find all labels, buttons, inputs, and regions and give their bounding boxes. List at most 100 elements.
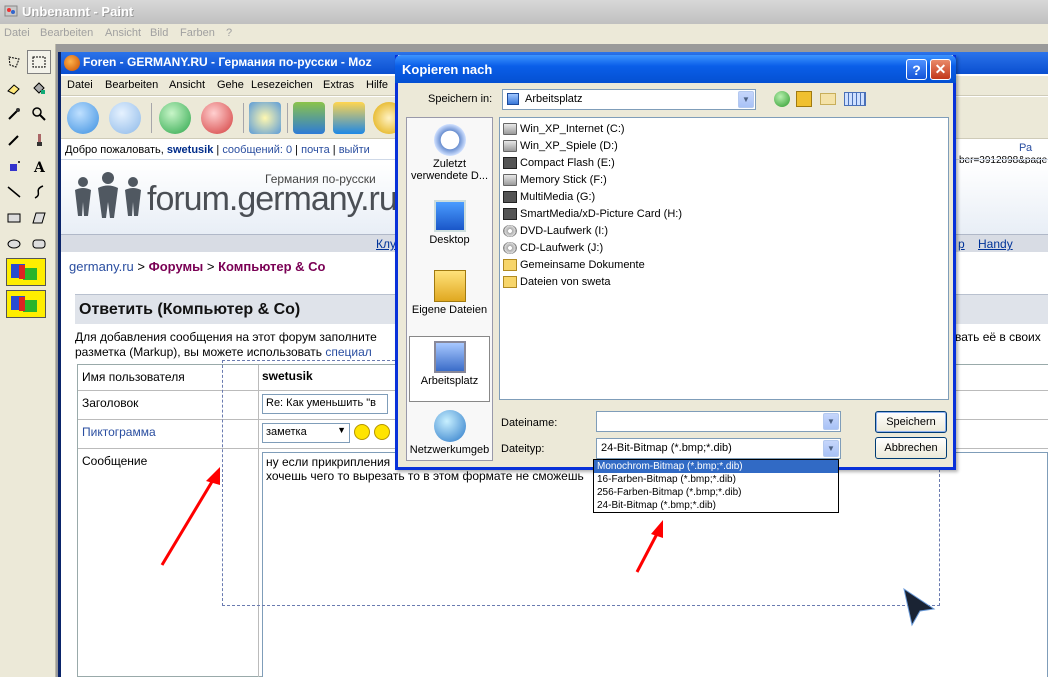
breadcrumb-category[interactable]: Компьютер & Co [218,259,325,274]
list-item[interactable]: Compact Flash (E:) [503,155,615,171]
up-folder-icon[interactable] [796,91,812,107]
browser-menu-hilfe[interactable]: Hilfe [366,79,388,91]
logout-link[interactable]: выйти [339,144,370,156]
list-item[interactable]: Memory Stick (F:) [503,172,607,188]
home-icon[interactable] [293,102,325,134]
close-button[interactable]: ✕ [930,59,951,80]
eraser-icon[interactable] [2,76,26,100]
paint-menu-help[interactable]: ? [226,27,232,39]
username-link[interactable]: swetusik [167,144,213,156]
breadcrumb-sep: > [206,259,215,274]
logo-text[interactable]: forum.germany.ru [147,180,398,219]
list-item[interactable]: Gemeinsame Dokumente [503,257,645,273]
paint-menu-ansicht[interactable]: Ansicht [105,27,141,39]
dialog-title: Kopieren nach [402,62,493,77]
icon-label[interactable]: Пиктограмма [82,425,156,439]
file-name: Dateien von sweta [520,276,611,288]
list-item[interactable]: MultiMedia (G:) [503,189,595,205]
save-in-combo[interactable]: Arbeitsplatz ▼ [502,89,756,110]
paint-menu-farben[interactable]: Farben [180,27,215,39]
file-name: DVD-Laufwerk (I:) [520,225,609,237]
fill-icon[interactable] [27,76,51,100]
chevron-down-icon[interactable]: ▼ [738,91,754,108]
reload-icon[interactable] [159,102,191,134]
color-picker-icon[interactable] [2,102,26,126]
new-folder-icon[interactable] [820,93,836,105]
print-link[interactable]: Ра [1019,142,1032,154]
ellipse-tool-icon[interactable] [2,232,26,256]
text-tool-icon[interactable]: A [27,154,51,178]
place-recent[interactable]: Zuletzt verwendete D... [409,120,490,186]
brush-icon[interactable] [27,128,51,152]
chevron-down-icon[interactable]: ▼ [823,440,839,457]
chevron-down-icon[interactable]: ▼ [823,413,839,430]
list-item[interactable]: SmartMedia/xD-Picture Card (H:) [503,206,682,222]
settings-icon[interactable] [249,102,281,134]
nav-link-handy[interactable]: Handy [978,237,1013,251]
transparency-option-transparent[interactable] [6,290,46,318]
place-recent-label: Zuletzt verwendete D... [410,158,489,182]
file-list[interactable]: Win_XP_Internet (C:) Win_XP_Spiele (D:) … [499,117,949,400]
help-icon: ? [912,61,921,78]
paint-menu-datei[interactable]: Datei [4,27,30,39]
browser-menu-bearbeiten[interactable]: Bearbeiten [105,79,158,91]
help-button[interactable]: ? [906,59,927,80]
list-item[interactable]: Win_XP_Spiele (D:) [503,138,618,154]
mouse-cursor-icon [903,587,936,627]
message-label: Сообщение [82,454,148,468]
place-desktop[interactable]: Desktop [409,196,490,262]
filename-input[interactable]: ▼ [596,411,841,432]
list-item[interactable]: Dateien von sweta [503,274,611,290]
polygon-tool-icon[interactable] [27,206,51,230]
browser-menu-extras[interactable]: Extras [323,79,354,91]
airbrush-icon[interactable] [2,154,26,178]
mail-link[interactable]: почта [301,144,330,156]
filetype-dropdown-list[interactable]: Monochrom-Bitmap (*.bmp;*.dib) 16-Farben… [593,459,839,513]
place-computer[interactable]: Arbeitsplatz [409,336,490,402]
dropdown-option[interactable]: 16-Farben-Bitmap (*.bmp;*.dib) [594,473,838,486]
free-select-icon[interactable] [2,50,26,74]
intro-special-link[interactable]: специал [325,345,371,359]
save-button[interactable]: Speichern [875,411,947,433]
rect-select-icon[interactable] [27,50,51,74]
reply-title: Ответить (Компьютер & Co) [79,301,301,318]
transparency-option-opaque[interactable] [6,258,46,286]
stop-icon[interactable] [201,102,233,134]
forward-icon[interactable] [109,102,141,134]
magnifier-icon[interactable] [27,102,51,126]
nav-link-partial[interactable]: p [958,237,965,251]
paint-menu-bild[interactable]: Bild [150,27,168,39]
filetype-select[interactable]: 24-Bit-Bitmap (*.bmp;*.dib) ▼ [596,438,841,459]
back-icon[interactable] [67,102,99,134]
rounded-rect-tool-icon[interactable] [27,232,51,256]
curve-tool-icon[interactable] [27,180,51,204]
folder-icon [433,270,466,302]
file-name: Win_XP_Internet (C:) [520,123,625,135]
paint-menu-bearbeiten[interactable]: Bearbeiten [40,27,93,39]
place-desktop-label: Desktop [429,234,470,246]
browser-menu-datei[interactable]: Datei [67,79,93,91]
list-item[interactable]: Win_XP_Internet (C:) [503,121,625,137]
back-icon[interactable] [774,91,790,107]
breadcrumb-forums[interactable]: Форумы [149,259,204,274]
pencil-icon[interactable] [2,128,26,152]
list-item[interactable]: CD-Laufwerk (J:) [503,240,603,256]
bookmarks-icon[interactable] [333,102,365,134]
breadcrumb-home[interactable]: germany.ru [69,259,134,274]
place-documents[interactable]: Eigene Dateien [409,266,490,332]
computer-icon [507,93,519,105]
dropdown-option[interactable]: 256-Farben-Bitmap (*.bmp;*.dib) [594,486,838,499]
view-menu-icon[interactable] [844,92,866,106]
dropdown-option[interactable]: Monochrom-Bitmap (*.bmp;*.dib) [594,460,838,473]
nav-link-clubs[interactable]: Клу [376,237,396,251]
place-network[interactable]: Netzwerkumgeb [409,406,490,472]
cancel-button[interactable]: Abbrechen [875,437,947,459]
intro-line2: разметка (Markup), вы можете использоват… [75,345,323,359]
line-tool-icon[interactable] [2,180,26,204]
browser-menu-lesezeichen[interactable]: Lesezeichen [251,79,313,91]
rectangle-tool-icon[interactable] [2,206,26,230]
browser-menu-ansicht[interactable]: Ansicht [169,79,205,91]
browser-menu-gehe[interactable]: Gehe [217,79,244,91]
messages-link[interactable]: сообщений: 0 [222,144,292,156]
list-item[interactable]: DVD-Laufwerk (I:) [503,223,608,239]
